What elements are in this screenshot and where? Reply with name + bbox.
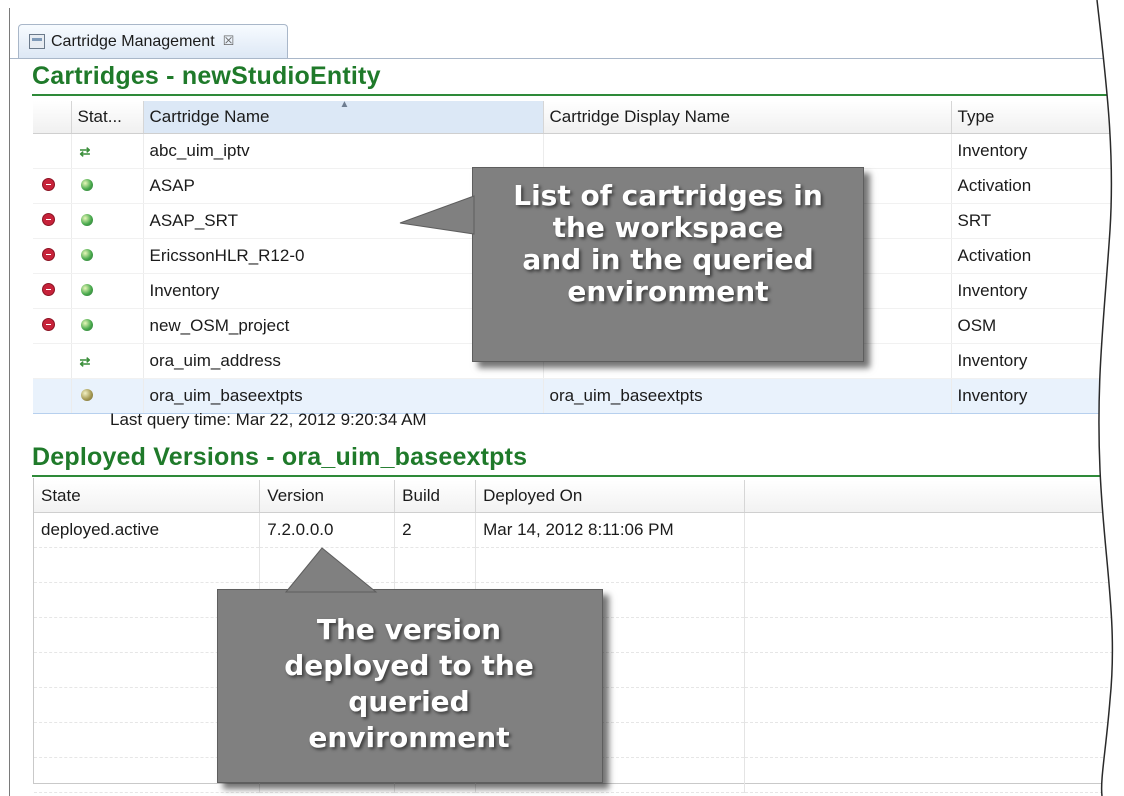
torn-edge — [1096, 0, 1124, 796]
screenshot-frame: Cartridge Management ☒ Cartridges - newS… — [0, 0, 1124, 796]
